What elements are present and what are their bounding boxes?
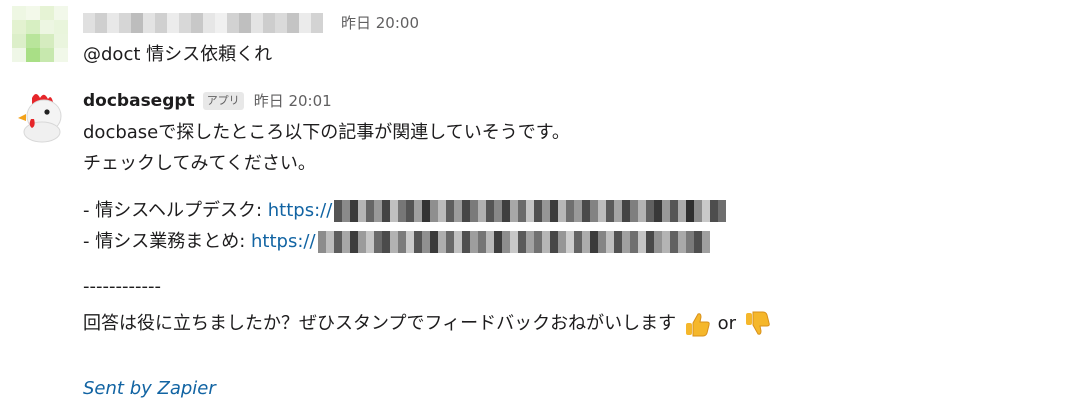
article-link-1[interactable]: https://: [268, 200, 333, 221]
chicken-icon[interactable]: [14, 88, 70, 144]
feedback-question: 回答は役に立ちましたか？ぜひスタンプでフィードバックおねがいします: [83, 313, 677, 334]
feedback-line: 回答は役に立ちましたか？ぜひスタンプでフィードバックおねがいします or: [83, 309, 772, 339]
app-badge: アプリ: [202, 91, 244, 110]
thumbs-down-icon[interactable]: [742, 309, 772, 339]
user-avatar[interactable]: [12, 6, 68, 62]
article-label-2: - 情シス業務まとめ:: [83, 231, 252, 252]
article-item-2: - 情シス業務まとめ: https://: [83, 230, 710, 254]
message-2-header: docbasegpt アプリ 昨日 20:01: [83, 90, 332, 111]
message-1-timestamp[interactable]: 昨日 20:00: [341, 12, 419, 33]
redacted-url-1[interactable]: [334, 200, 727, 222]
message-2-timestamp[interactable]: 昨日 20:01: [254, 90, 332, 111]
message-1-header: 昨日 20:00: [83, 12, 419, 33]
redacted-username[interactable]: [83, 12, 323, 33]
redacted-url-2[interactable]: [317, 231, 710, 253]
sender-name[interactable]: docbasegpt: [83, 91, 195, 111]
article-item-1: - 情シスヘルプデスク: https://: [83, 199, 727, 223]
message-line-2: チェックしてみてください。: [83, 153, 316, 174]
message-1-text: @doct 情シス依頼くれ: [83, 44, 273, 65]
or-text: or: [717, 313, 736, 334]
article-label-1: - 情シスヘルプデスク:: [83, 200, 268, 221]
sent-by-zapier-link[interactable]: Sent by Zapier: [83, 377, 216, 401]
message-line-1: docbaseで探したところ以下の記事が関連していそうです。: [83, 122, 570, 143]
article-link-2[interactable]: https://: [251, 231, 316, 252]
thumbs-up-icon[interactable]: [682, 309, 712, 339]
separator-text: ------------: [83, 276, 161, 297]
